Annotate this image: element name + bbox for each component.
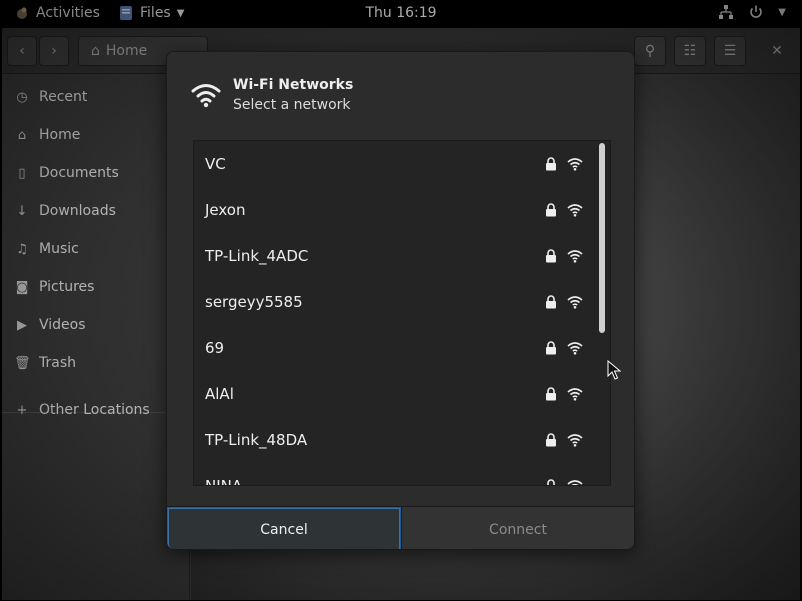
list-item[interactable]: Jexon [194, 187, 610, 233]
chevron-right-icon: › [51, 43, 57, 59]
clock-icon: ◷ [16, 89, 28, 105]
sidebar-item-label: Music [39, 241, 79, 257]
system-menu[interactable]: ▼ [718, 4, 786, 20]
sidebar-item-label: Documents [39, 165, 119, 181]
network-name: 69 [205, 339, 225, 357]
wifi-signal-icon [567, 480, 583, 485]
wifi-networks-dialog: Wi-Fi Networks Select a network VC Jexon… [166, 51, 635, 550]
list-scrollbar[interactable] [599, 141, 607, 485]
network-list[interactable]: VC Jexon TP-Link_4ADC sergeyy5585 69 AlA… [193, 140, 611, 486]
video-icon: ▶ [17, 317, 27, 333]
forward-button[interactable]: › [39, 36, 69, 66]
close-icon: ✕ [771, 43, 783, 59]
back-button[interactable]: ‹ [7, 36, 37, 66]
lock-icon [546, 341, 556, 355]
sidebar-item-documents[interactable]: ▯ Documents [14, 162, 119, 184]
network-name: TP-Link_4ADC [205, 247, 309, 265]
scrollbar-thumb[interactable] [599, 143, 605, 333]
dialog-subtitle: Select a network [233, 97, 351, 113]
music-icon: ♫ [16, 241, 28, 257]
connect-button[interactable]: Connect [401, 507, 634, 549]
sidebar-item-music[interactable]: ♫ Music [14, 238, 79, 260]
sidebar-item-home[interactable]: ⌂ Home [14, 124, 80, 146]
top-bar: Activities Files ▼ Thu 16:19 ▼ [0, 0, 802, 28]
menu-button[interactable]: ☰ [714, 36, 746, 66]
network-name: VC [205, 155, 226, 173]
home-icon: ⌂ [17, 127, 27, 143]
sidebar-item-label: Other Locations [39, 402, 150, 418]
clock[interactable]: Thu 16:19 [0, 5, 802, 21]
dialog-header: Wi-Fi Networks Select a network [167, 52, 634, 132]
lock-icon [546, 157, 556, 171]
wifi-signal-icon [567, 296, 583, 309]
sidebar-item-videos[interactable]: ▶ Videos [14, 314, 86, 336]
hamburger-icon: ☰ [723, 43, 737, 59]
list-item[interactable]: sergeyy5585 [194, 279, 610, 325]
home-icon: ⌂ [91, 43, 100, 59]
list-item[interactable]: AlAl [194, 371, 610, 417]
network-wired-icon [719, 5, 734, 19]
sidebar-item-label: Home [39, 127, 81, 143]
download-icon: ↓ [16, 203, 28, 219]
list-item[interactable]: TP-Link_48DA [194, 417, 610, 463]
camera-icon: ◙ [15, 279, 29, 295]
sidebar-item-label: Trash [39, 355, 76, 371]
trash-icon: 🗑 [14, 355, 31, 371]
chevron-down-icon: ▼ [778, 6, 786, 18]
list-item[interactable]: VC [194, 141, 610, 187]
wifi-signal-icon [567, 158, 583, 171]
close-window-button[interactable]: ✕ [764, 36, 790, 66]
files-sidebar: ◷ Recent ⌂ Home ▯ Documents ↓ Downloads … [2, 74, 190, 600]
mouse-pointer-icon [607, 360, 621, 380]
lock-icon [547, 479, 555, 485]
lock-icon [546, 387, 556, 401]
path-home-label: Home [105, 43, 148, 59]
wifi-signal-icon [567, 434, 583, 447]
network-name: sergeyy5585 [205, 293, 303, 311]
lock-icon [546, 203, 556, 217]
view-toggle-button[interactable]: ☷ [674, 36, 706, 66]
list-item[interactable]: 69 [194, 325, 610, 371]
list-view-icon: ☷ [683, 43, 697, 59]
wifi-signal-icon [567, 204, 583, 217]
wifi-icon [191, 84, 221, 108]
cancel-button[interactable]: Cancel [167, 507, 401, 549]
search-button[interactable]: ⚲ [634, 36, 666, 66]
network-name: Jexon [205, 201, 246, 219]
sidebar-item-label: Recent [39, 89, 88, 105]
chevron-left-icon: ‹ [19, 43, 25, 59]
lock-icon [546, 433, 556, 447]
lock-icon [546, 249, 556, 263]
plus-icon: + [16, 402, 28, 418]
network-name: NINA [205, 477, 243, 486]
dialog-actions: Cancel Connect [167, 506, 634, 549]
sidebar-item-pictures[interactable]: ◙ Pictures [14, 276, 95, 298]
wifi-signal-icon [567, 342, 583, 355]
sidebar-item-downloads[interactable]: ↓ Downloads [14, 200, 116, 222]
search-icon: ⚲ [644, 43, 656, 59]
wifi-signal-icon [567, 388, 583, 401]
network-name: TP-Link_48DA [205, 431, 308, 449]
sidebar-item-other-locations[interactable]: + Other Locations [14, 399, 150, 421]
sidebar-item-recent[interactable]: ◷ Recent [14, 86, 87, 108]
document-icon: ▯ [18, 165, 26, 181]
network-name: AlAl [205, 385, 234, 403]
list-item[interactable]: TP-Link_4ADC [194, 233, 610, 279]
lock-icon [546, 295, 556, 309]
sidebar-item-label: Pictures [39, 279, 95, 295]
sidebar-item-trash[interactable]: 🗑 Trash [14, 352, 76, 374]
sidebar-item-label: Downloads [39, 203, 116, 219]
dialog-title: Wi-Fi Networks [233, 77, 354, 93]
power-icon [750, 5, 763, 18]
wifi-signal-icon [567, 250, 583, 263]
sidebar-item-label: Videos [39, 317, 86, 333]
list-item[interactable]: NINA [194, 463, 610, 486]
